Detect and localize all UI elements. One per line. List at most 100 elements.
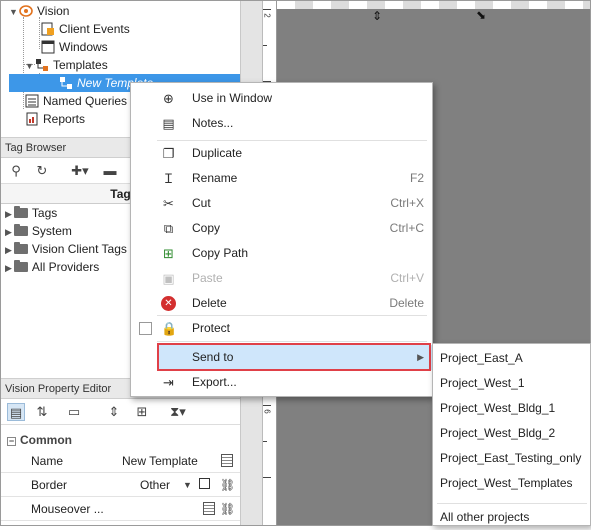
tag-folder-label: Tags <box>31 206 58 220</box>
menu-item-delete[interactable]: ✕ Delete Delete <box>131 291 432 316</box>
menu-item-label: Protect <box>192 321 231 335</box>
tree-item-named-queries[interactable]: Named Queries <box>25 92 127 110</box>
binding-icon[interactable]: ⇕ <box>105 403 123 421</box>
section-label: Common <box>20 433 72 447</box>
client-events-icon <box>41 22 54 36</box>
menu-item-shortcut: F2 <box>409 171 424 185</box>
menu-item-cut[interactable]: ✂ Cut Ctrl+X <box>131 191 432 216</box>
add-tag-dropdown-icon[interactable]: ✚▾ <box>65 162 95 180</box>
menu-item-label: Duplicate <box>192 146 243 160</box>
folder-icon <box>13 224 28 236</box>
tag-folder-label: Vision Client Tags <box>31 242 127 256</box>
submenu-item-project[interactable]: Project_West_Bldg_1 <box>440 396 555 421</box>
tree-item-label: Vision <box>37 4 70 18</box>
notes-icon: ▤ <box>162 116 175 131</box>
filter-icon[interactable]: ⊞ <box>133 403 151 421</box>
paste-icon: ▣ <box>162 271 175 286</box>
tag-folder-label: All Providers <box>31 260 100 274</box>
tag-folder-label: System <box>31 224 72 238</box>
folder-icon <box>13 260 28 272</box>
menu-item-shortcut: Delete <box>389 296 424 310</box>
submenu-item-project[interactable]: Project_East_A <box>440 346 523 371</box>
tree-item-label: Named Queries <box>43 94 128 108</box>
copy-path-icon: ⊞ <box>163 246 174 261</box>
lock-icon: 🔒 <box>161 321 178 336</box>
menu-item-duplicate[interactable]: ❐ Duplicate <box>131 141 432 166</box>
collapse-arrow-icon[interactable]: ▼ <box>25 57 35 75</box>
menu-item-label: Copy Path <box>192 246 249 260</box>
tree-item-label: Reports <box>43 112 86 126</box>
template-icon <box>60 77 72 89</box>
menu-item-shortcut: Ctrl+V <box>390 271 424 285</box>
menu-item-shortcut: Ctrl+X <box>390 196 424 210</box>
menu-item-label: Notes... <box>192 116 234 130</box>
property-value[interactable]: Other <box>140 473 170 497</box>
edit-border-icon[interactable] <box>199 478 210 489</box>
menu-item-label: Copy <box>192 221 221 235</box>
crosshair-icon: ⊕ <box>163 91 174 106</box>
menu-item-label: Cut <box>192 196 211 210</box>
folder-icon <box>13 206 28 218</box>
export-icon: ⇥ <box>163 375 174 390</box>
edit-document-icon[interactable] <box>221 454 233 467</box>
property-value[interactable]: New Template <box>122 449 198 473</box>
property-name: Border <box>31 478 68 492</box>
named-queries-icon <box>25 94 39 108</box>
dropdown-arrow-icon[interactable]: ▼ <box>183 473 192 497</box>
common-section[interactable]: − Common <box>1 431 240 449</box>
property-editor-toolbar: ▤ ⇅ ▭ ⇕ ⊞ ⧗▾ <box>1 399 240 425</box>
property-row-mouseover[interactable]: Mouseover ... ⛓ <box>1 497 240 521</box>
protect-checkbox[interactable] <box>139 322 152 335</box>
tree-item-client-events[interactable]: Client Events <box>41 20 130 38</box>
refresh-icon[interactable]: ↻ <box>33 162 51 180</box>
expand-arrow-icon[interactable]: ▶ <box>5 227 12 237</box>
menu-item-copy[interactable]: ⧉ Copy Ctrl+C <box>131 216 432 241</box>
menu-item-protect[interactable]: 🔒 Protect <box>131 316 432 341</box>
expand-arrow-icon[interactable]: ▶ <box>5 263 12 273</box>
customizers-icon[interactable]: ▭ <box>65 403 83 421</box>
sort-alpha-icon[interactable]: ⇅ <box>33 403 51 421</box>
property-row-border[interactable]: Border Other ▼ ⛓ <box>1 473 240 497</box>
edit-document-icon[interactable] <box>203 502 215 515</box>
menu-item-label: Rename <box>192 171 238 185</box>
tree-item-windows[interactable]: Windows <box>41 38 108 56</box>
windows-icon <box>41 40 55 54</box>
reports-icon <box>26 112 38 126</box>
collapse-arrow-icon[interactable]: ▼ <box>9 3 19 21</box>
edit-tag-icon[interactable]: ▬ <box>101 162 119 180</box>
tree-item-reports[interactable]: Reports <box>25 110 85 128</box>
delete-icon: ✕ <box>161 296 176 311</box>
tree-item-vision[interactable]: ▼ Vision <box>9 2 69 20</box>
submenu-item-project[interactable]: Project_East_Testing_only <box>440 446 581 471</box>
ruler-label: 6 <box>262 409 272 414</box>
menu-item-label: Export... <box>192 375 237 389</box>
link-icon[interactable]: ⛓ <box>220 497 235 521</box>
rename-icon: Ｉ <box>161 171 175 186</box>
search-icon[interactable]: ⚲ <box>7 162 25 180</box>
tag-filter-dropdown-icon[interactable]: ⧗▾ <box>163 403 193 421</box>
resize-vertical-handle-icon[interactable]: ⇕ <box>372 9 382 23</box>
submenu-item-project[interactable]: Project_West_Templates <box>440 471 573 496</box>
menu-item-notes[interactable]: ▤ Notes... <box>131 111 432 136</box>
menu-item-export[interactable]: ⇥ Export... <box>131 370 432 395</box>
duplicate-icon: ❐ <box>162 146 175 161</box>
tree-item-templates[interactable]: ▼ Templates <box>25 56 108 74</box>
menu-item-label: Use in Window <box>192 91 273 105</box>
submenu-separator <box>437 503 587 504</box>
submenu-item-project[interactable]: Project_West_1 <box>440 371 525 396</box>
property-row-name[interactable]: Name New Template <box>1 449 240 473</box>
collapse-section-icon[interactable]: − <box>7 437 16 446</box>
vision-eye-icon <box>19 5 33 17</box>
send-to-highlight-box <box>157 343 431 371</box>
submenu-item-all-other-projects[interactable]: All other projects <box>440 505 529 530</box>
menu-item-copy-path[interactable]: ⊞ Copy Path <box>131 241 432 266</box>
menu-item-rename[interactable]: Ｉ Rename F2 <box>131 166 432 191</box>
submenu-item-project[interactable]: Project_West_Bldg_2 <box>440 421 555 446</box>
resize-diagonal-handle-icon[interactable]: ⬊ <box>476 8 486 22</box>
menu-item-use-in-window[interactable]: ⊕ Use in Window <box>131 86 432 111</box>
link-icon[interactable]: ⛓ <box>220 473 235 497</box>
expand-arrow-icon[interactable]: ▶ <box>5 245 12 255</box>
property-name: Name <box>31 454 64 468</box>
expand-arrow-icon[interactable]: ▶ <box>5 209 12 219</box>
categorized-view-icon[interactable]: ▤ <box>7 403 25 421</box>
